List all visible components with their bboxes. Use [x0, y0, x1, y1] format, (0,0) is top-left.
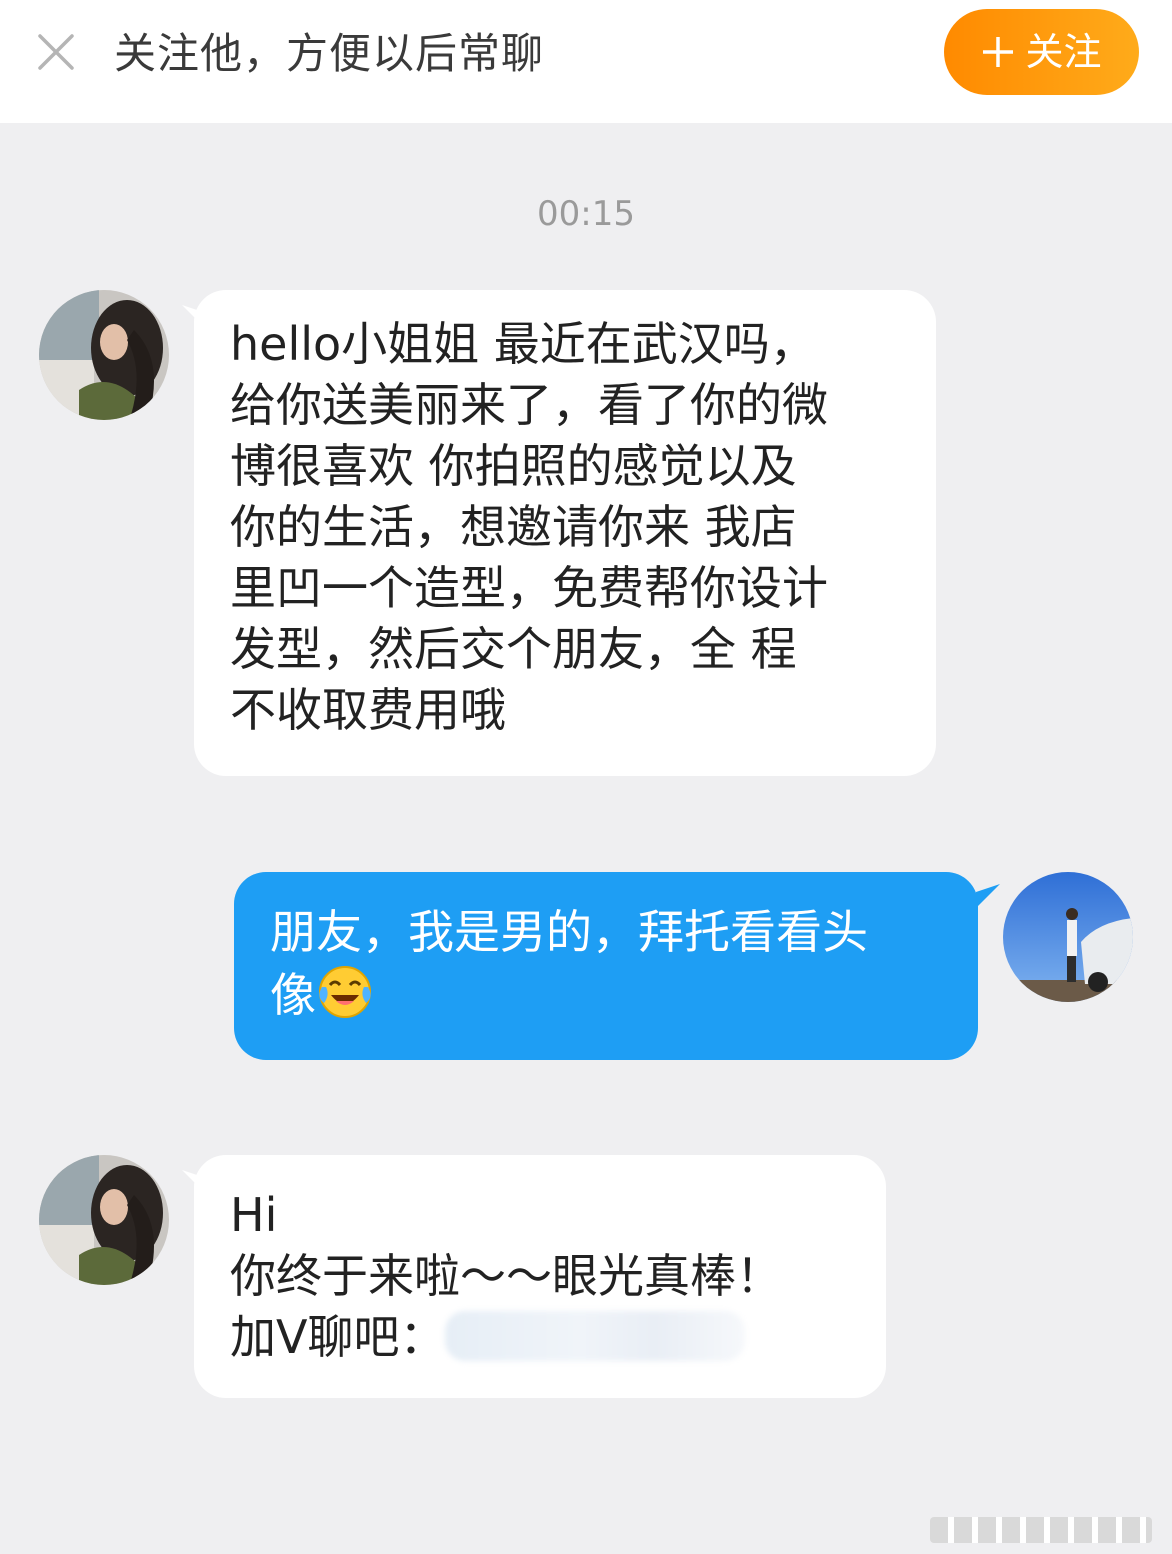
close-icon[interactable] — [34, 30, 78, 74]
follow-button[interactable]: 关注 — [944, 9, 1139, 95]
message-bubble-outgoing[interactable]: 朋友，我是男的，拜托看看头 像 — [234, 872, 978, 1060]
bubble-tail — [976, 884, 1000, 908]
message-bubble-incoming[interactable]: hello小姐姐 最近在武汉吗， 给你送美丽来了，看了你的微 博很喜欢 你拍照的… — [194, 290, 936, 776]
message-timestamp: 00:15 — [537, 194, 635, 234]
message-bubble-incoming[interactable]: Hi 你终于来啦～～眼光真棒！ 加V聊吧： — [194, 1155, 886, 1398]
sender-avatar[interactable] — [39, 1155, 169, 1285]
message-text-line: 加V聊吧： — [230, 1307, 850, 1368]
laughing-crying-emoji-icon — [316, 963, 374, 1021]
redacted-contact-blur — [445, 1311, 746, 1361]
self-avatar[interactable] — [1003, 872, 1133, 1002]
follow-prompt-text: 关注他，方便以后常聊 — [114, 29, 545, 78]
sender-avatar[interactable] — [39, 290, 169, 420]
message-text-line: 你终于来啦～～眼光真棒！ — [230, 1249, 782, 1303]
follow-banner: 关注他，方便以后常聊 关注 — [0, 0, 1172, 123]
message-text: hello小姐姐 最近在武汉吗， 给你送美丽来了，看了你的微 博很喜欢 你拍照的… — [230, 317, 828, 737]
message-text-line: Hi — [230, 1188, 278, 1242]
bottom-indicator — [930, 1517, 1152, 1543]
follow-button-label: 关注 — [1025, 30, 1102, 74]
message-text-fragment: 加V聊吧： — [230, 1310, 446, 1364]
plus-icon — [983, 37, 1014, 67]
